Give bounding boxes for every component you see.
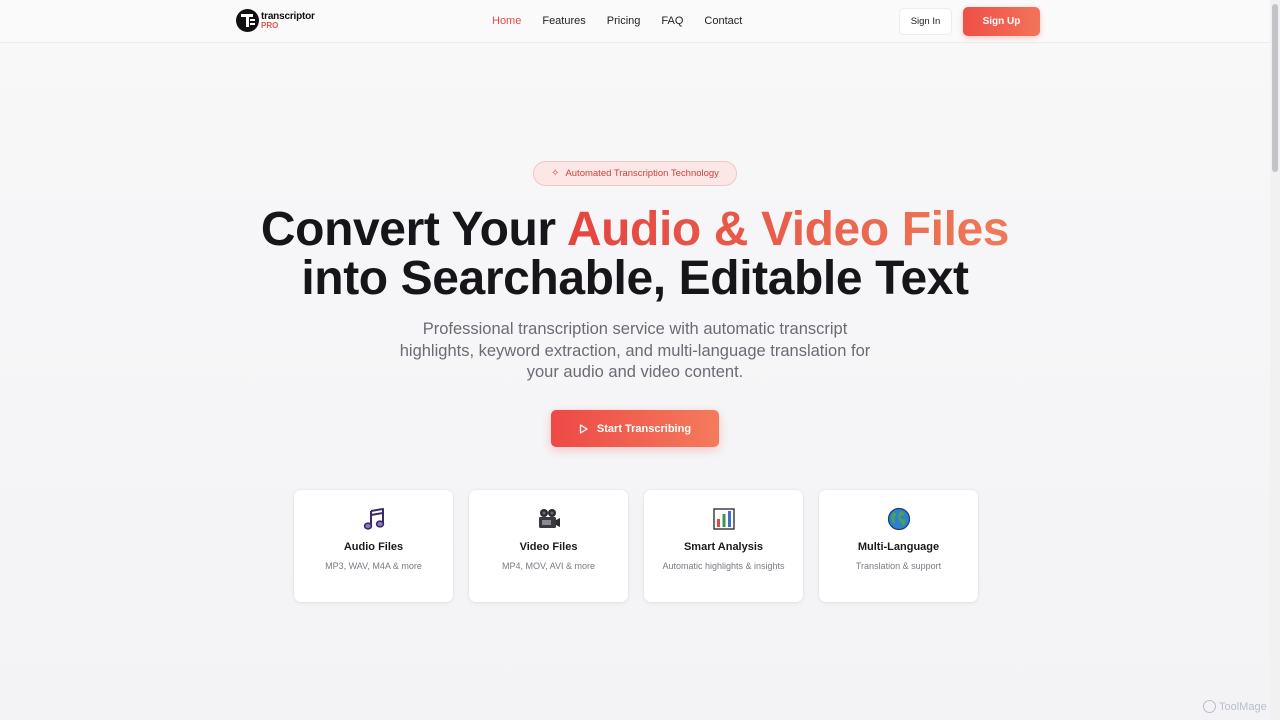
feature-desc: Translation & support — [855, 561, 942, 571]
music-note-icon — [363, 508, 384, 530]
video-camera-icon — [538, 509, 560, 528]
feature-card-audio: Audio Files MP3, WAV, M4A & more — [294, 490, 453, 602]
hero-title: Convert Your Audio & Video Files into Se… — [0, 205, 1270, 303]
nav-link-faq[interactable]: FAQ — [661, 15, 683, 27]
brand-name: transcriptor — [261, 10, 315, 22]
sign-up-button[interactable]: Sign Up — [963, 7, 1040, 36]
scrollbar-thumb[interactable] — [1272, 4, 1278, 172]
nav-links: Home Features Pricing FAQ Contact — [492, 15, 742, 27]
logo-mark-icon — [236, 9, 259, 32]
sparkle-icon: ✧ — [551, 167, 560, 179]
feature-card-language: Multi-Language Translation & support — [819, 490, 978, 602]
globe-icon — [887, 507, 910, 531]
feature-desc: MP4, MOV, AVI & more — [501, 561, 596, 571]
feature-card-video: Video Files MP4, MOV, AVI & more — [469, 490, 628, 602]
hero-title-part2: into Searchable, Editable Text — [301, 252, 969, 305]
brand-suffix: PRO — [261, 20, 279, 30]
start-transcribing-button[interactable]: Start Transcribing — [551, 410, 719, 447]
logo-wordmark: transcriptor PRO — [261, 10, 315, 30]
feature-cards: Audio Files MP3, WAV, M4A & more Video F… — [294, 490, 978, 602]
feature-desc: MP3, WAV, M4A & more — [325, 561, 422, 571]
feature-desc: Automatic highlights & insights — [662, 561, 785, 571]
nav-link-features[interactable]: Features — [542, 15, 585, 27]
brand-logo[interactable]: transcriptor PRO — [236, 9, 315, 32]
page-scrollbar[interactable] — [1270, 0, 1280, 720]
play-icon — [579, 423, 588, 434]
sign-in-button[interactable]: Sign In — [899, 8, 952, 35]
hero-subtitle: Professional transcription service with … — [399, 320, 871, 381]
feature-card-analysis: Smart Analysis Automatic highlights & in… — [644, 490, 803, 602]
hero-title-accent: Audio & Video Files — [566, 203, 1010, 256]
top-navigation: transcriptor PRO Home Features Pricing F… — [0, 0, 1270, 43]
feature-title: Smart Analysis — [683, 541, 764, 553]
feature-title: Audio Files — [343, 541, 404, 553]
watermark-text: ToolMage — [1219, 700, 1267, 713]
hero-badge-label: Automated Transcription Technology — [565, 168, 719, 179]
start-transcribing-label: Start Transcribing — [596, 422, 692, 435]
hero-title-part1: Convert Your — [260, 203, 567, 256]
nav-link-pricing[interactable]: Pricing — [607, 15, 641, 27]
bar-chart-icon — [712, 508, 735, 530]
watermark: ToolMage — [1203, 700, 1267, 713]
watermark-logo-icon — [1203, 700, 1216, 713]
feature-title: Multi-Language — [857, 541, 940, 553]
nav-link-contact[interactable]: Contact — [704, 15, 742, 27]
hero-badge: ✧ Automated Transcription Technology — [533, 161, 737, 186]
feature-title: Video Files — [519, 541, 578, 553]
nav-link-home[interactable]: Home — [492, 15, 521, 27]
